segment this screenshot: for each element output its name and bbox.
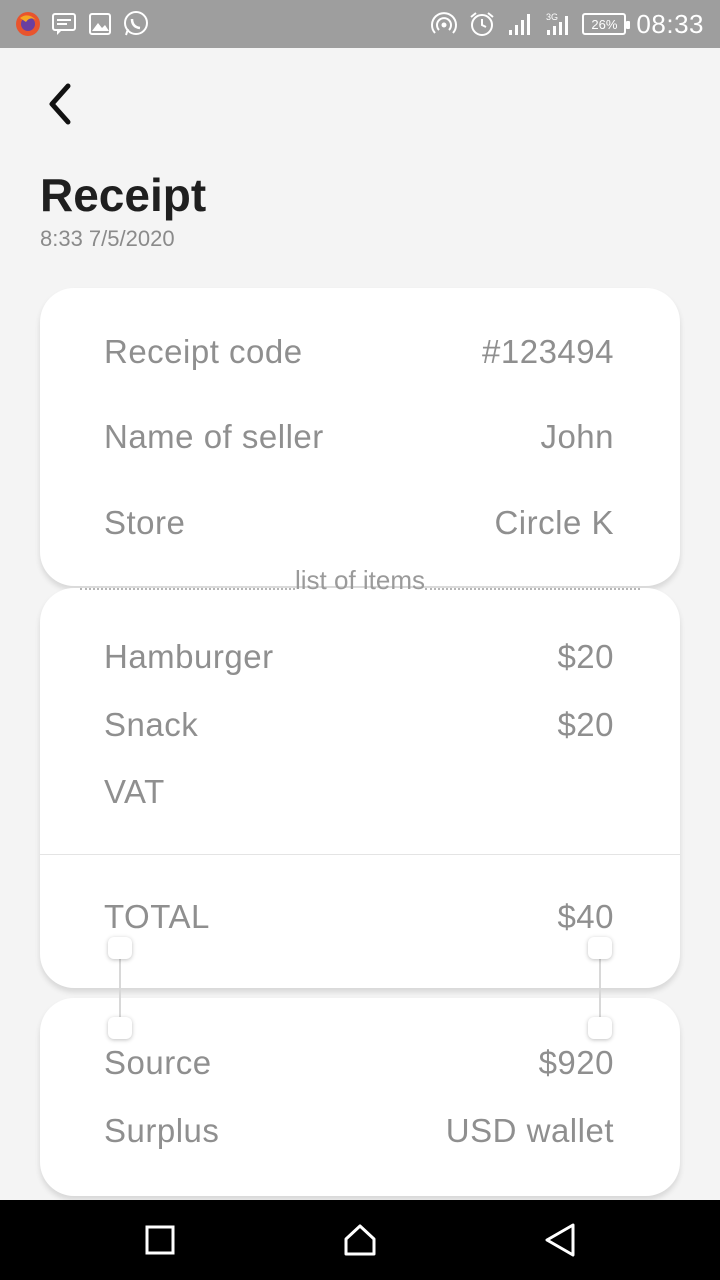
connector-knob bbox=[108, 1017, 132, 1039]
connector-line-right bbox=[599, 948, 601, 1028]
square-recent-icon bbox=[145, 1225, 175, 1255]
image-icon bbox=[86, 10, 114, 38]
battery-level: 26% bbox=[591, 16, 618, 32]
alarm-icon bbox=[468, 10, 496, 38]
recent-apps-button[interactable] bbox=[140, 1220, 180, 1260]
system-nav-bar bbox=[0, 1200, 720, 1280]
source-label: Source bbox=[104, 1044, 212, 1081]
clock: 08:33 bbox=[636, 8, 704, 39]
surplus-row: Surplus USD wallet bbox=[104, 1109, 614, 1153]
seller-value: John bbox=[540, 418, 614, 455]
source-row: Source $920 bbox=[104, 1041, 614, 1085]
receipt-details-card: Receipt code #123494 Name of seller John… bbox=[40, 288, 680, 586]
total-separator bbox=[40, 854, 680, 855]
payment-card: Source $920 Surplus USD wallet bbox=[40, 998, 680, 1196]
triangle-back-icon bbox=[545, 1223, 575, 1257]
items-divider-label: list of items bbox=[294, 565, 426, 595]
source-value: $920 bbox=[538, 1044, 614, 1081]
svg-text:3G: 3G bbox=[546, 12, 558, 22]
status-bar: 3G 26% 08:33 bbox=[0, 0, 720, 48]
item-name: VAT bbox=[104, 773, 165, 810]
seller-row: Name of seller John bbox=[104, 415, 614, 459]
store-row: Store Circle K bbox=[104, 501, 614, 545]
items-divider: list of items bbox=[80, 564, 640, 596]
receipt-code-label: Receipt code bbox=[104, 333, 303, 370]
home-button[interactable] bbox=[340, 1220, 380, 1260]
total-row: TOTAL $40 bbox=[104, 895, 614, 939]
battery-icon: 26% bbox=[582, 13, 631, 35]
list-item: Snack $20 bbox=[104, 703, 614, 747]
back-button[interactable] bbox=[36, 80, 84, 128]
message-icon bbox=[50, 10, 78, 38]
signal-3g-icon: 3G bbox=[544, 10, 572, 38]
receipt-code-value: #123494 bbox=[482, 333, 614, 370]
connector-knob bbox=[588, 937, 612, 959]
whatsapp-icon bbox=[122, 10, 150, 38]
connector-line-left bbox=[119, 948, 121, 1028]
surplus-value: USD wallet bbox=[445, 1112, 614, 1149]
receipt-datetime: 8:33 7/5/2020 bbox=[40, 226, 175, 251]
home-icon bbox=[344, 1224, 376, 1256]
item-name: Snack bbox=[104, 706, 199, 743]
divider-dots-right bbox=[425, 588, 640, 590]
store-value: Circle K bbox=[494, 504, 614, 541]
firefox-icon bbox=[14, 10, 42, 38]
items-card: Hamburger $20 Snack $20 VAT TOTAL $40 bbox=[40, 588, 680, 988]
store-label: Store bbox=[104, 504, 186, 541]
nav-back-button[interactable] bbox=[540, 1220, 580, 1260]
hotspot-icon bbox=[430, 10, 458, 38]
connector-knob bbox=[108, 937, 132, 959]
list-item: VAT bbox=[104, 770, 614, 814]
item-price: $20 bbox=[557, 706, 614, 743]
receipt-code-row: Receipt code #123494 bbox=[104, 330, 614, 374]
seller-label: Name of seller bbox=[104, 418, 324, 455]
item-price: $20 bbox=[557, 638, 614, 675]
item-name: Hamburger bbox=[104, 638, 274, 675]
surplus-label: Surplus bbox=[104, 1112, 220, 1149]
system-status: 3G 26% 08:33 bbox=[430, 0, 704, 48]
total-label: TOTAL bbox=[104, 898, 210, 935]
list-item: Hamburger $20 bbox=[104, 635, 614, 679]
page-title: Receipt bbox=[40, 169, 207, 221]
divider-dots-left bbox=[80, 588, 295, 590]
connector-knob bbox=[588, 1017, 612, 1039]
chevron-left-icon bbox=[49, 83, 71, 125]
total-value: $40 bbox=[557, 898, 614, 935]
signal-icon bbox=[506, 10, 534, 38]
notification-icons bbox=[14, 10, 150, 38]
